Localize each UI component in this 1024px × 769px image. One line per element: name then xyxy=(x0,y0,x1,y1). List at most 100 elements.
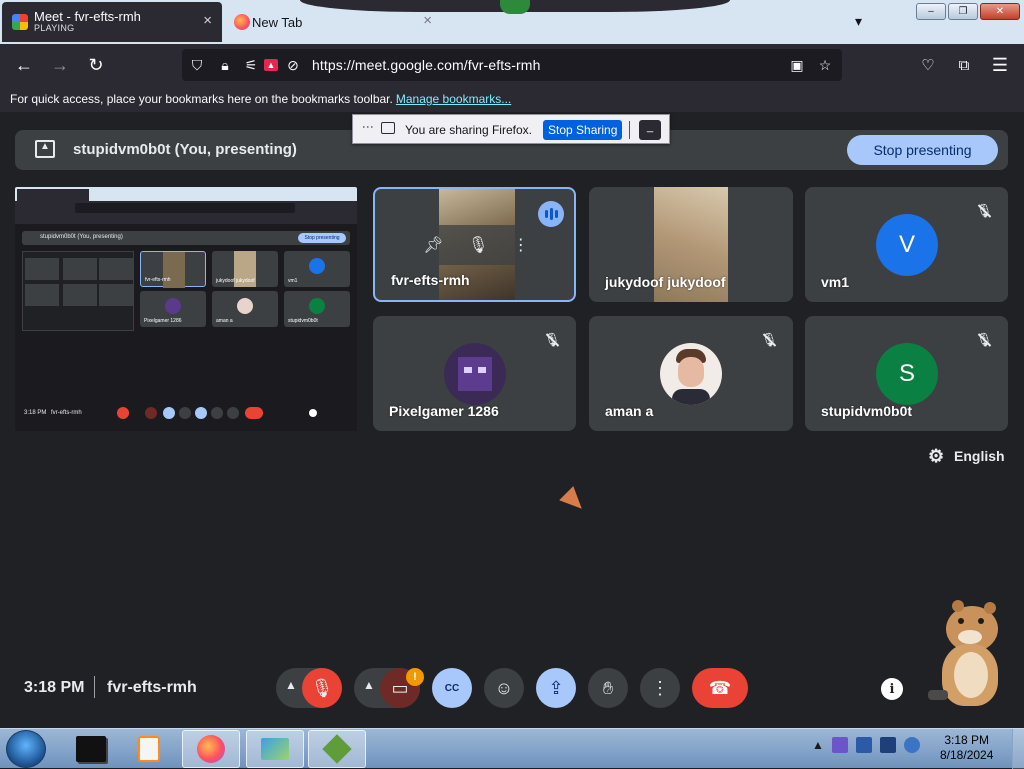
more-options-button[interactable]: ⋮ xyxy=(640,668,680,708)
divider xyxy=(629,121,630,139)
taskbar-clock[interactable]: 3:18 PM 8/18/2024 xyxy=(940,733,993,763)
participant-tile[interactable]: 🎙︎ aman a xyxy=(589,316,793,431)
video-options-chevron-up-icon[interactable]: ▲ xyxy=(363,678,375,692)
screen-sharing-icon[interactable]: ▲ xyxy=(264,59,278,71)
participant-tile[interactable]: 🎙︎ V vm1 xyxy=(805,187,1008,302)
stop-presenting-button[interactable]: Stop presenting xyxy=(847,135,998,165)
minimize-indicator-button[interactable]: _ xyxy=(639,120,661,140)
preview-nested-screen xyxy=(22,251,134,331)
mic-off-icon: 🎙︎ xyxy=(974,330,994,350)
tab-close-icon[interactable]: × xyxy=(203,13,212,29)
mic-off-icon: 🎙︎ xyxy=(759,330,779,350)
manage-bookmarks-link[interactable]: Manage bookmarks... xyxy=(396,92,511,106)
emoji-icon: ☺ xyxy=(494,677,514,698)
lock-icon[interactable]: 🔒︎ xyxy=(216,56,234,74)
minimize-button[interactable]: – xyxy=(916,3,946,20)
more-options-icon[interactable]: ⋮ xyxy=(513,235,529,255)
taskbar-app-chart-icon[interactable] xyxy=(246,730,304,768)
participant-name: aman a xyxy=(605,403,654,419)
reload-button[interactable]: ↻ xyxy=(83,52,109,78)
start-button-windows-icon[interactable] xyxy=(6,730,46,768)
participant-tile[interactable]: 🎙︎ Pixelgamer 1286 xyxy=(373,316,576,431)
mic-off-icon: 🎙︎ xyxy=(542,330,562,350)
extensions-icon[interactable]: ⧉ xyxy=(951,52,977,78)
preview-tile: Pixelgamer 1286 xyxy=(140,291,206,327)
stop-sharing-button[interactable]: Stop Sharing xyxy=(543,120,623,140)
taskbar-app-firefox-icon[interactable] xyxy=(182,730,240,768)
back-button[interactable]: ← xyxy=(11,52,37,78)
tab-title: New Tab xyxy=(252,14,303,30)
shared-screen-preview: stupidvm0b0t (You, presenting) Stop pres… xyxy=(15,187,357,431)
volume-icon[interactable] xyxy=(903,737,920,753)
preview-tab-strip xyxy=(15,187,357,201)
drag-handle-icon[interactable]: ⋮ xyxy=(361,121,375,132)
participant-tile[interactable]: 🎙︎ S stupidvm0b0t xyxy=(805,316,1008,431)
speaking-indicator-icon xyxy=(538,201,564,227)
participant-tile[interactable]: jukydoof jukydoof xyxy=(589,187,793,302)
permissions-icon[interactable]: ⚟ xyxy=(242,56,260,74)
captions-button[interactable]: CC xyxy=(432,668,472,708)
meet-call-area: stupidvm0b0t (You, presenting) Stop pres… xyxy=(0,112,1024,728)
url-bar[interactable]: ⛉ 🔒︎ ⚟ ▲ ⊘ https://meet.google.com/fvr-e… xyxy=(182,49,842,81)
preview-tile: fvr-efts-rmh xyxy=(140,251,206,288)
window-controls: – ❐ ✕ xyxy=(916,3,1020,20)
windows-taskbar: ▲ 3:18 PM 8/18/2024 xyxy=(0,728,1024,769)
caption-language-label: English xyxy=(954,448,1005,464)
menu-hamburger-icon[interactable]: ☰ xyxy=(987,52,1013,78)
phone-hangup-icon: ☎ xyxy=(708,677,732,698)
present-now-button[interactable]: ⇪ xyxy=(536,668,576,708)
raise-hand-button[interactable]: ✋︎ xyxy=(588,668,628,708)
tab-close-icon[interactable]: × xyxy=(423,13,432,29)
hamster-sticker-image xyxy=(928,600,1008,712)
shield-icon[interactable]: ⛉ xyxy=(188,56,206,74)
preview-tile-name: aman a xyxy=(216,318,233,324)
taskbar-app-media-player-icon[interactable] xyxy=(120,730,178,768)
notch-indicator xyxy=(500,0,530,14)
closed-captions-icon: CC xyxy=(444,682,460,694)
preview-presenter: stupidvm0b0t (You, presenting) xyxy=(40,234,123,240)
list-all-tabs-chevron-down-icon[interactable]: ▾ xyxy=(855,13,862,30)
avatar: S xyxy=(876,343,938,405)
network-icon[interactable] xyxy=(879,737,896,753)
taskbar-date: 8/18/2024 xyxy=(940,748,994,762)
system-tray: ▲ xyxy=(812,737,920,753)
tray-app-icon[interactable] xyxy=(831,737,848,753)
avatar: V xyxy=(876,214,938,276)
show-desktop-button[interactable] xyxy=(1012,729,1024,769)
camera-blocked-icon[interactable]: ⊘ xyxy=(284,56,302,74)
audio-options-chevron-up-icon[interactable]: ▲ xyxy=(285,678,297,692)
tab-meet[interactable]: Meet - fvr-efts-rmh PLAYING × xyxy=(2,2,222,42)
browser-tab-strip: Meet - fvr-efts-rmh PLAYING × New Tab × … xyxy=(0,0,1024,44)
taskbar-app-terminal-icon[interactable] xyxy=(62,730,120,768)
reader-view-icon[interactable]: ▣ xyxy=(788,56,806,74)
url-text[interactable]: https://meet.google.com/fvr-efts-rmh xyxy=(312,57,540,73)
bookmark-star-icon[interactable]: ☆ xyxy=(816,56,834,74)
meeting-time: 3:18 PM xyxy=(24,679,85,696)
preview-tile-name: vm1 xyxy=(288,278,298,284)
preview-time: 3:18 PM xyxy=(24,410,47,416)
forward-button[interactable]: → xyxy=(47,52,73,78)
meeting-details-info-icon[interactable]: i xyxy=(881,678,903,700)
present-screen-icon: ⇪ xyxy=(548,677,564,698)
taskbar-app-minecraft-icon[interactable] xyxy=(308,730,366,768)
maximize-button[interactable]: ❐ xyxy=(948,3,978,20)
tab-new-tab[interactable]: New Tab × xyxy=(224,2,442,42)
caption-language-selector[interactable]: ⚙ English xyxy=(928,447,1005,465)
participant-tile[interactable]: 📌︎ 🎙︎ ⋮ fvr-efts-rmh xyxy=(373,187,576,302)
avatar xyxy=(660,343,722,405)
preview-code: fvr-efts-rmh xyxy=(51,410,82,416)
send-reaction-button[interactable]: ☺ xyxy=(484,668,524,708)
toggle-microphone-button[interactable]: 🎙︎ xyxy=(302,668,342,708)
pocket-icon[interactable]: ♡ xyxy=(915,52,941,78)
participant-name: jukydoof jukydoof xyxy=(605,274,726,290)
show-hidden-icons-chevron-up-icon[interactable]: ▲ xyxy=(812,738,824,752)
leave-call-button[interactable]: ☎ xyxy=(692,668,748,708)
pin-icon[interactable]: 📌︎ xyxy=(423,235,443,255)
tray-app-icon[interactable] xyxy=(855,737,872,753)
gear-icon: ⚙ xyxy=(928,446,945,466)
screen-sharing-indicator: ⋮ You are sharing Firefox. Stop Sharing … xyxy=(352,114,670,144)
preview-tile: stupidvm0b0t xyxy=(284,291,350,327)
firefox-favicon-icon xyxy=(234,14,250,30)
mute-participant-icon[interactable]: 🎙︎ xyxy=(468,235,488,255)
close-window-button[interactable]: ✕ xyxy=(980,3,1020,20)
